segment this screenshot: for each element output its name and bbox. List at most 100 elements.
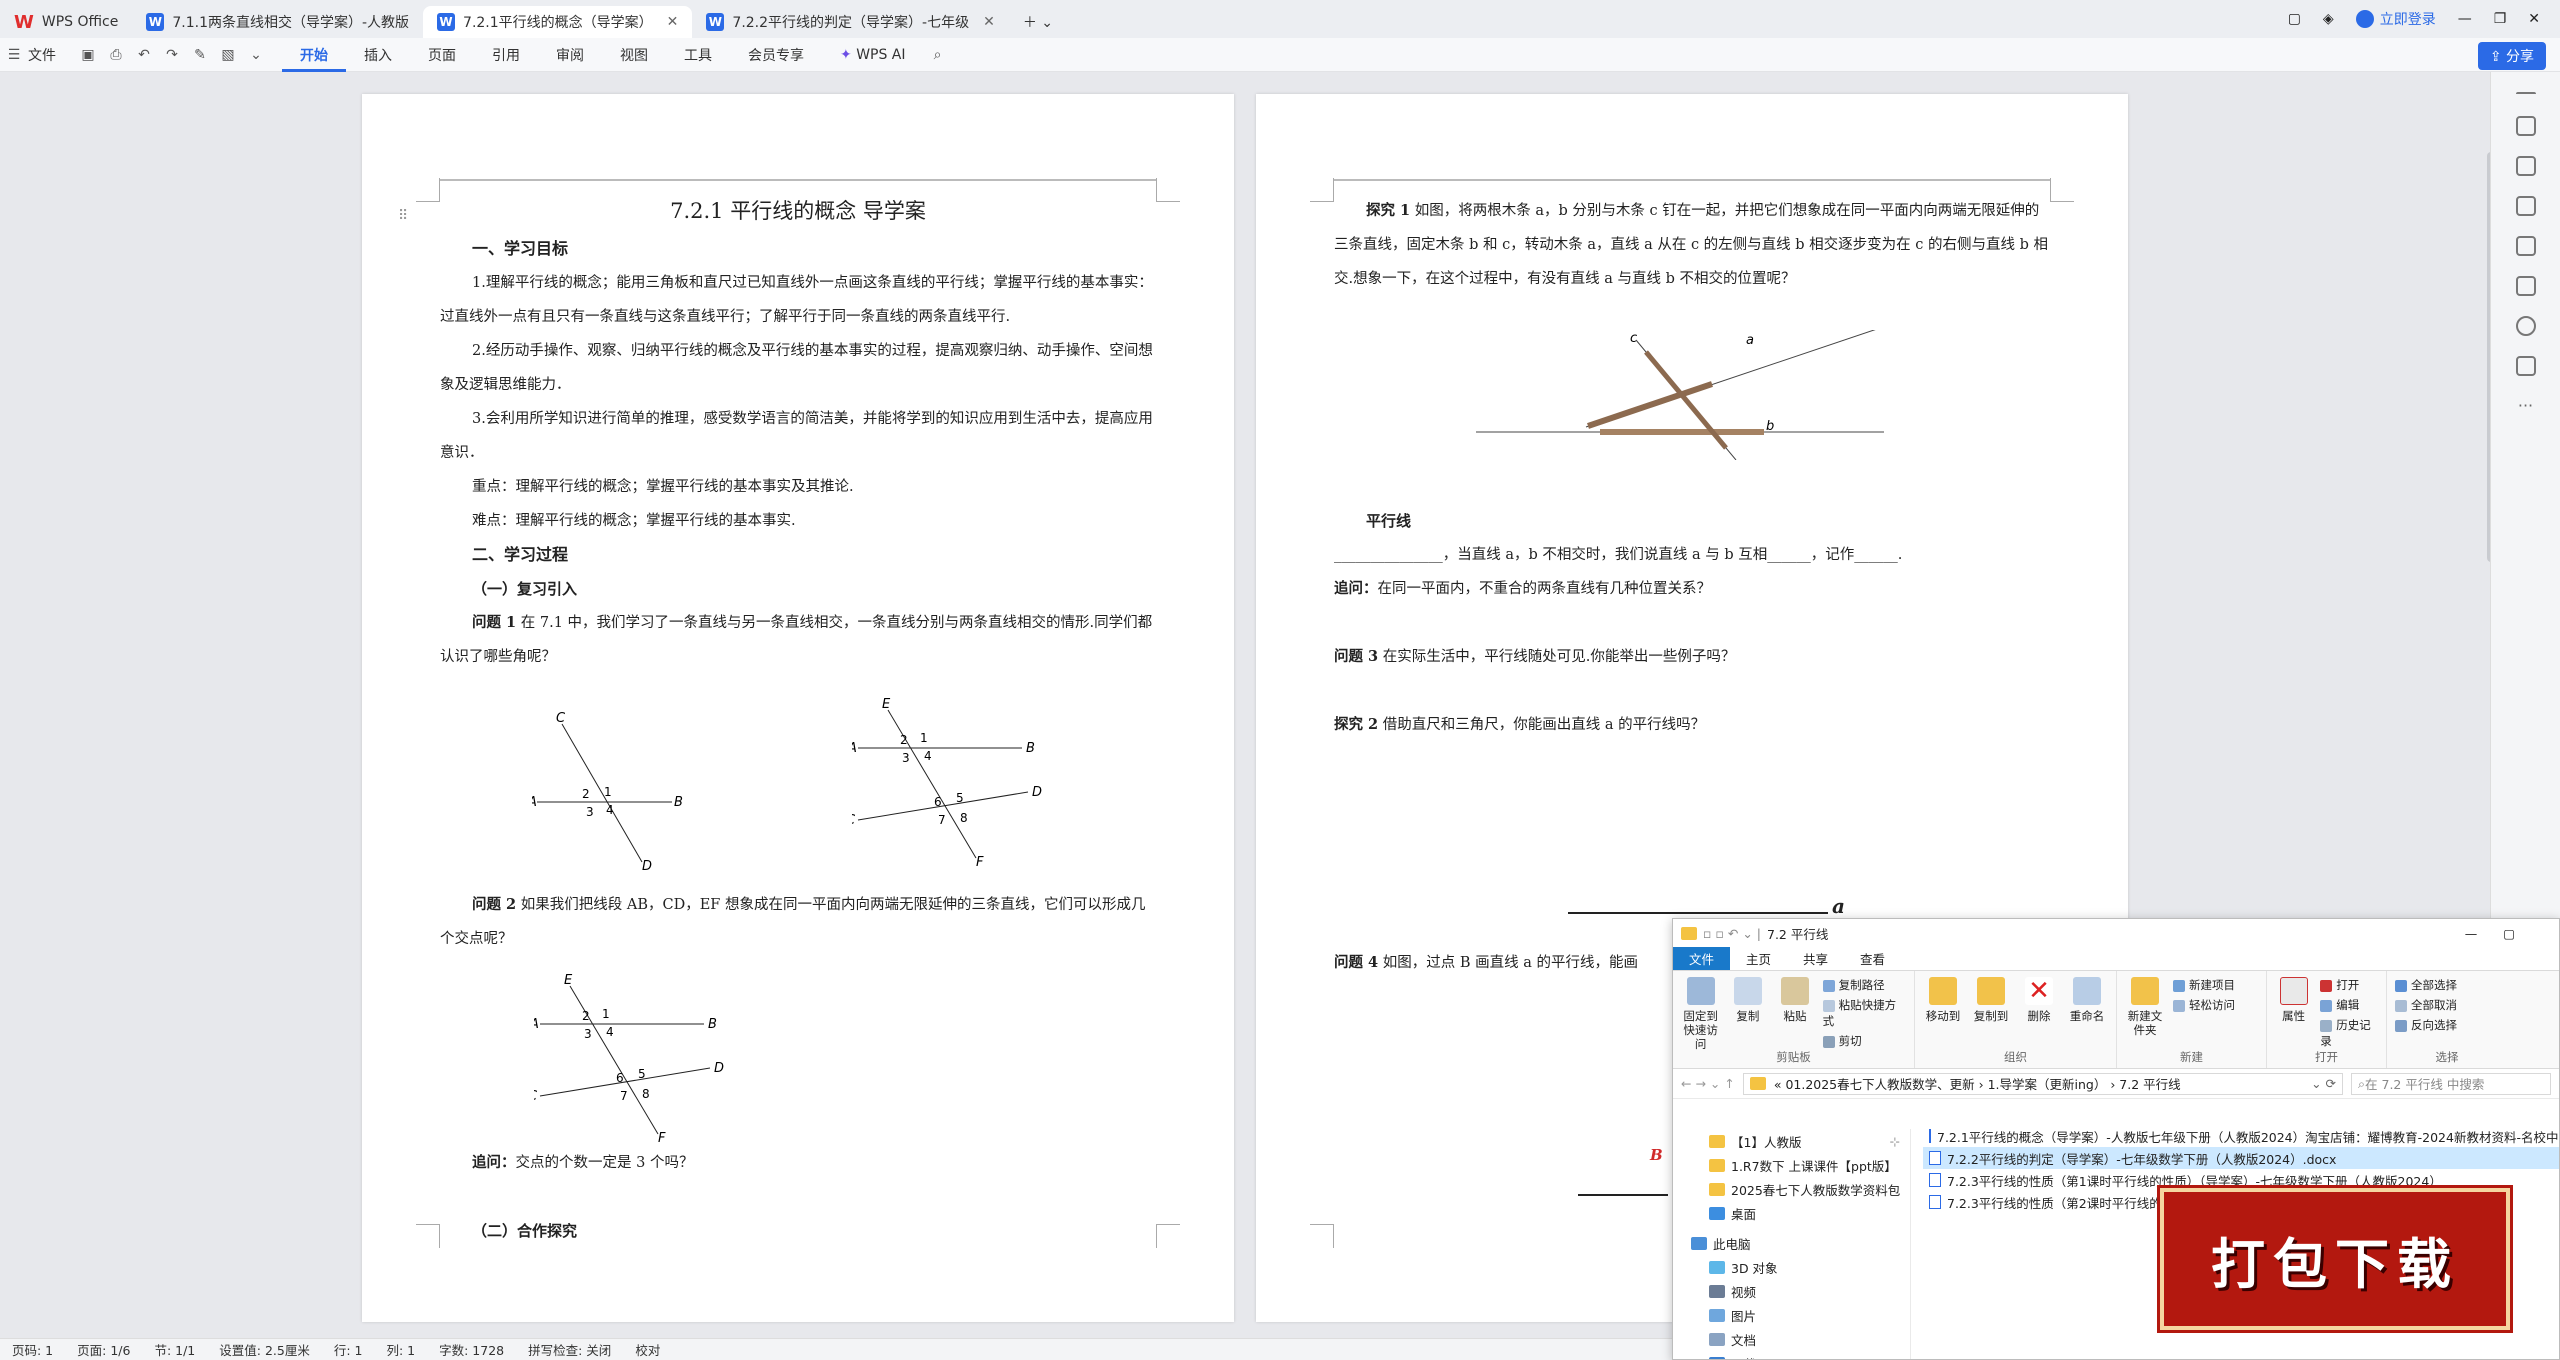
paste-shortcut-button[interactable]: 粘贴快捷方式 — [1822, 997, 1906, 1029]
file-menu[interactable]: 文件 — [28, 45, 74, 65]
status-spellcheck[interactable]: 拼写检查: 关闭 — [516, 1340, 623, 1359]
nav-item[interactable]: 【1】人教版 ⊹ — [1673, 1129, 1910, 1153]
image-icon[interactable]: ▧ — [220, 47, 236, 63]
quick-access-toolbar[interactable]: ▫ ▫ ↶ ⌄ | — [1703, 926, 1761, 941]
edit-icon[interactable] — [2515, 236, 2536, 256]
history-button[interactable]: 历史记录 — [2320, 1017, 2378, 1049]
tab-doc-3[interactable]: W 7.2.2平行线的判定（导学案）-七年级 ✕ — [692, 6, 1008, 38]
skin-icon[interactable]: ◈ — [2323, 11, 2334, 27]
label-b: B — [708, 1017, 717, 1032]
nav-item[interactable]: 2025春七下人教版数学资料包 — [1673, 1177, 1910, 1201]
margin-mark — [1310, 1224, 1334, 1248]
margin-mark — [1156, 178, 1180, 202]
address-path[interactable]: « 01.2025春七下人教版数学、更新 › 1.导学案（更新ing） › 7.… — [1742, 1072, 2343, 1095]
chevron-up-icon[interactable] — [2515, 92, 2536, 96]
ribbon-tab-share[interactable]: 共享 — [1787, 947, 1844, 970]
nav-item-3d[interactable]: 3D 对象 — [1673, 1255, 1910, 1279]
tab-doc-2[interactable]: W 7.2.1平行线的概念（导学案） ✕ — [423, 6, 693, 38]
copy-path-button[interactable]: 复制路径 — [1822, 977, 1906, 993]
easy-access-button[interactable]: 轻松访问 — [2173, 997, 2235, 1013]
search-icon[interactable]: ⌕ — [930, 47, 946, 63]
status-word-count[interactable]: 字数: 1728 — [427, 1340, 516, 1359]
group-select: 全部选择 全部取消 反向选择 选择 — [2387, 971, 2507, 1068]
minimize-icon[interactable]: — — [2458, 11, 2472, 27]
format-painter-icon[interactable]: ✎ — [192, 47, 208, 63]
download-banner[interactable]: 打包下载 — [2160, 1188, 2510, 1330]
file-row-selected[interactable]: 7.2.2平行线的判定（导学案）-七年级数学下册（人教版2024）.docx — [1923, 1147, 2559, 1169]
tools-icon[interactable] — [2515, 276, 2536, 296]
share-button[interactable]: ⇪ 分享 — [2477, 42, 2546, 70]
file-row[interactable]: 7.2.1平行线的概念（导学案）-人教版七年级下册（人教版2024）淘宝店铺：耀… — [1923, 1125, 2559, 1147]
drag-handle-icon[interactable]: ⠿ — [398, 208, 408, 224]
tab-wps-office[interactable]: W WPS Office — [0, 6, 132, 38]
pen-icon[interactable] — [2515, 116, 2536, 136]
nav-item-pictures[interactable]: 图片 — [1673, 1303, 1910, 1327]
undo-icon[interactable]: ↶ — [136, 47, 152, 63]
figure-two-lines-intersect: C A B D 1 2 3 4 — [532, 711, 683, 870]
login-button[interactable]: 立即登录 — [2355, 9, 2436, 29]
chevron-down-icon[interactable]: ⌄ — [248, 47, 264, 63]
menu-view[interactable]: 视图 — [602, 45, 666, 65]
word-doc-icon: W — [437, 13, 456, 31]
folder-icon — [1709, 1182, 1725, 1196]
ribbon-tab-home[interactable]: 主页 — [1730, 947, 1787, 970]
heading-process: 二、学习过程 — [472, 545, 569, 564]
invert-selection-icon — [2395, 1019, 2407, 1032]
nav-item-desktop[interactable]: 桌面 — [1673, 1201, 1910, 1225]
close-icon[interactable]: ✕ — [983, 14, 995, 30]
tab-doc-1[interactable]: W 7.1.1两条直线相交（导学案）-人教版 — [132, 6, 423, 38]
nav-item-this-pc[interactable]: 此电脑 — [1673, 1231, 1910, 1255]
select-all-button[interactable]: 全部选择 — [2395, 977, 2457, 993]
ribbon-tab-file[interactable]: 文件 — [1673, 947, 1731, 970]
status-page-count[interactable]: 页面: 1/6 — [65, 1340, 142, 1359]
ribbon-tab-view[interactable]: 查看 — [1844, 947, 1901, 970]
select-none-button[interactable]: 全部取消 — [2395, 997, 2457, 1013]
nav-arrows-icon[interactable]: ← → ⌄ ↑ — [1681, 1076, 1735, 1091]
menu-page[interactable]: 页面 — [410, 45, 474, 65]
layout-icon[interactable]: ▢ — [2288, 11, 2301, 27]
restore-icon[interactable]: ❐ — [2494, 11, 2507, 27]
sliders-icon[interactable] — [2515, 196, 2536, 216]
new-tab-button[interactable]: ＋ ⌄ — [1009, 6, 1067, 38]
save-icon[interactable]: ▣ — [80, 47, 96, 63]
open-button[interactable]: 打开 — [2320, 977, 2378, 993]
explorer-window-controls[interactable]: —▢ — [2465, 926, 2559, 941]
print-icon[interactable]: ⎙ — [108, 47, 124, 63]
menu-insert[interactable]: 插入 — [346, 45, 410, 65]
menu-bar: ☰ 文件 ▣ ⎙ ↶ ↷ ✎ ▧ ⌄ 开始 插入 页面 引用 审阅 视图 工具 … — [0, 38, 2560, 72]
label-b: B — [1026, 741, 1035, 756]
hamburger-icon[interactable]: ☰ — [6, 47, 22, 63]
folder-icon — [1681, 926, 1697, 940]
angle-2: 2 — [582, 1009, 590, 1023]
label-b: B — [674, 795, 683, 810]
nav-item-videos[interactable]: 视频 — [1673, 1279, 1910, 1303]
paragraph-q3: 问题 3 在实际生活中，平行线随处可见.你能举出一些例子吗？ — [1334, 648, 1736, 665]
angle-7: 7 — [620, 1089, 628, 1103]
nav-item-downloads[interactable]: 下载 — [1673, 1351, 1910, 1359]
menu-wps-ai[interactable]: ✦ WPS AI — [822, 47, 924, 63]
status-proofread[interactable]: 校对 — [623, 1340, 672, 1359]
invert-selection-button[interactable]: 反向选择 — [2395, 1017, 2457, 1033]
pointer-icon[interactable] — [2515, 156, 2536, 176]
close-icon[interactable]: ✕ — [667, 14, 679, 30]
margin-mark — [416, 178, 440, 202]
more-icon[interactable]: ··· — [2516, 396, 2536, 416]
cut-button[interactable]: 剪切 — [1822, 1033, 1906, 1049]
copy-icon — [1733, 977, 1762, 1005]
redo-icon[interactable]: ↷ — [164, 47, 180, 63]
new-item-button[interactable]: 新建项目 — [2173, 977, 2235, 993]
explorer-titlebar: ▫ ▫ ↶ ⌄ | 7.2 平行线 —▢ — [1673, 919, 2559, 947]
explorer-search-input[interactable]: ⌕ 在 7.2 平行线 中搜索 — [2351, 1072, 2551, 1095]
menu-review[interactable]: 审阅 — [538, 45, 602, 65]
menu-home[interactable]: 开始 — [282, 38, 346, 72]
menu-tools[interactable]: 工具 — [666, 45, 730, 65]
edit-button[interactable]: 编辑 — [2320, 997, 2378, 1013]
nav-item-documents[interactable]: 文档 — [1673, 1327, 1910, 1351]
menu-vip[interactable]: 会员专享 — [730, 45, 822, 65]
nav-item[interactable]: 1.R7数下 上课课件【ppt版】 — [1673, 1153, 1910, 1177]
menu-reference[interactable]: 引用 — [474, 45, 538, 65]
refresh-icon[interactable]: ⌄ ⟳ — [2311, 1076, 2342, 1091]
close-window-icon[interactable]: ✕ — [2528, 11, 2540, 27]
help-icon[interactable] — [2515, 316, 2536, 336]
share-link-icon[interactable] — [2515, 356, 2536, 376]
